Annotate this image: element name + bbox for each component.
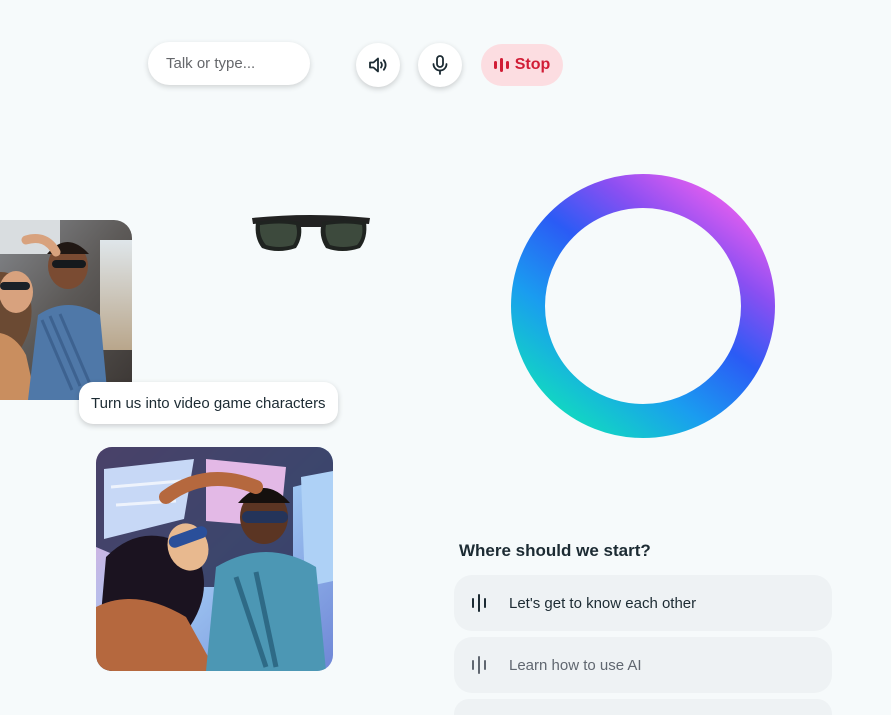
microphone-button[interactable] [418, 43, 462, 87]
stop-button[interactable]: Stop [481, 44, 563, 86]
suggestion-get-to-know[interactable]: Let's get to know each other [454, 575, 832, 631]
waveform-icon [493, 58, 509, 72]
suggestion-label: Learn how to use AI [509, 656, 642, 674]
section-title: Where should we start? [459, 541, 651, 560]
couple-photo [0, 220, 132, 400]
waveform-icon [472, 656, 490, 674]
speaker-icon [369, 57, 387, 73]
suggestion-partial[interactable] [454, 699, 832, 715]
talk-or-type-input[interactable] [148, 42, 310, 85]
microphone-icon [432, 55, 448, 75]
waveform-icon [472, 594, 490, 612]
smart-glasses-image [252, 215, 370, 251]
video-game-characters-image [96, 447, 333, 671]
stop-label: Stop [514, 56, 551, 73]
volume-button[interactable] [356, 43, 400, 87]
meta-ai-ring-icon [511, 174, 775, 438]
suggestion-label: Let's get to know each other [509, 594, 697, 612]
prompt-bubble: Turn us into video game characters [79, 382, 338, 424]
suggestion-learn-ai[interactable]: Learn how to use AI [454, 637, 832, 693]
app-canvas: Stop [0, 0, 891, 715]
